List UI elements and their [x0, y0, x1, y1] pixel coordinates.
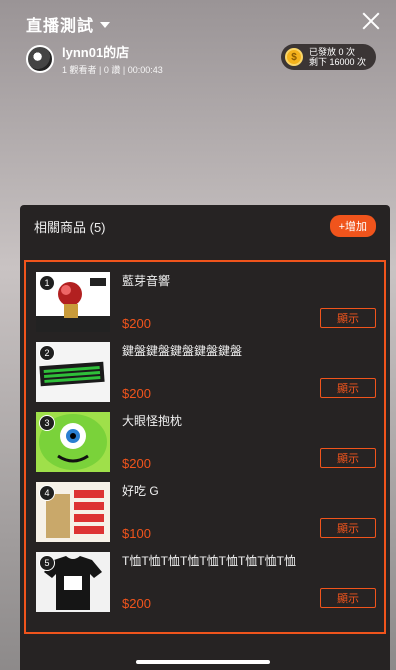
host-info: lynn01的店 1 觀看者 | 0 讚 | 00:00:43	[26, 42, 163, 76]
product-index-badge: 2	[39, 345, 55, 361]
product-thumbnail: 2	[36, 342, 110, 402]
host-stats: 1 觀看者 | 0 讚 | 00:00:43	[62, 65, 163, 75]
product-thumbnail: 1	[36, 272, 110, 332]
product-item: 5 T恤T恤T恤T恤T恤T恤T恤T恤T恤 $200 顯示	[36, 552, 376, 614]
show-button[interactable]: 顯示	[320, 588, 376, 608]
close-icon[interactable]	[362, 12, 380, 30]
product-price: $100	[122, 526, 151, 541]
product-index-badge: 3	[39, 415, 55, 431]
coins-remaining: 剩下 16000 次	[308, 57, 366, 67]
avatar	[26, 45, 54, 73]
product-price: $200	[122, 596, 151, 611]
related-products-panel: 相關商品 (5) +增加 1 藍芽音響 $200 顯示 2 鍵盤鍵盤鍵盤鍵盤鍵盤…	[20, 205, 390, 670]
product-thumbnail: 5	[36, 552, 110, 612]
show-button[interactable]: 顯示	[320, 378, 376, 398]
product-index-badge: 1	[39, 275, 55, 291]
coin-counter: $ 已發放 0 次 剩下 16000 次	[280, 44, 376, 70]
product-index-badge: 4	[39, 485, 55, 501]
product-item: 3 大眼怪抱枕 $200 顯示	[36, 412, 376, 474]
panel-title: 相關商品 (5)	[34, 219, 106, 235]
stream-title-dropdown[interactable]: 直播測試	[26, 12, 111, 36]
product-item: 1 藍芽音響 $200 顯示	[36, 272, 376, 334]
top-bar: 直播測試 lynn01的店 1 觀看者 | 0 讚 | 00:00:43 $ 已…	[26, 10, 380, 80]
product-index-badge: 5	[39, 555, 55, 571]
product-price: $200	[122, 456, 151, 471]
product-list: 1 藍芽音響 $200 顯示 2 鍵盤鍵盤鍵盤鍵盤鍵盤 $200 顯示 3 大眼…	[24, 260, 386, 634]
product-thumbnail: 4	[36, 482, 110, 542]
coins-issued: 已發放 0 次	[308, 47, 355, 57]
show-button[interactable]: 顯示	[320, 308, 376, 328]
host-name: lynn01的店	[62, 45, 130, 60]
live-stream-screen: 直播測試 lynn01的店 1 觀看者 | 0 讚 | 00:00:43 $ 已…	[0, 0, 396, 670]
product-item: 4 好吃 G $100 顯示	[36, 482, 376, 544]
product-thumbnail: 3	[36, 412, 110, 472]
caret-down-icon	[100, 22, 111, 28]
coin-icon: $	[284, 48, 303, 66]
show-button[interactable]: 顯示	[320, 448, 376, 468]
panel-header: 相關商品 (5) +增加	[20, 205, 390, 247]
product-name: T恤T恤T恤T恤T恤T恤T恤T恤T恤	[122, 554, 296, 568]
product-price: $200	[122, 386, 151, 401]
stream-title: 直播測試	[26, 18, 95, 35]
product-name: 大眼怪抱枕	[122, 414, 183, 428]
product-name: 鍵盤鍵盤鍵盤鍵盤鍵盤	[122, 344, 243, 358]
add-product-button[interactable]: +增加	[329, 215, 376, 237]
home-indicator	[136, 660, 270, 664]
product-name: 好吃 G	[122, 484, 159, 498]
show-button[interactable]: 顯示	[320, 518, 376, 538]
product-name: 藍芽音響	[122, 274, 171, 288]
product-item: 2 鍵盤鍵盤鍵盤鍵盤鍵盤 $200 顯示	[36, 342, 376, 404]
product-price: $200	[122, 316, 151, 331]
